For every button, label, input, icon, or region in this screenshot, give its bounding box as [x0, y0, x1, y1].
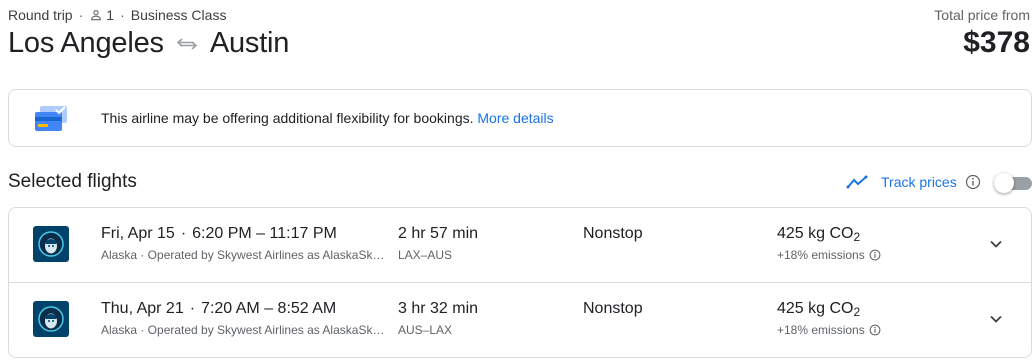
flight-row[interactable]: Thu, Apr 21 · 7:20 AM – 8:52 AM Alaska · O…	[9, 283, 1031, 357]
co2-value: 425 kg CO	[777, 300, 854, 317]
emissions-text: +18% emissions	[777, 323, 865, 337]
flight-time-range: 7:20 AM – 8:52 AM	[201, 300, 337, 317]
flight-duration: 2 hr 57 min	[398, 225, 479, 242]
info-icon[interactable]	[965, 174, 981, 190]
selected-flights-heading: Selected flights	[8, 171, 137, 192]
chevron-down-icon[interactable]	[986, 234, 1006, 254]
ticket-check-icon	[34, 105, 70, 133]
trip-type[interactable]: Round trip	[8, 7, 73, 23]
passenger-count: 1	[106, 7, 115, 23]
track-prices-label[interactable]: Track prices	[881, 174, 957, 190]
origin-city: Los Angeles	[8, 27, 164, 59]
separator-dot: ·	[189, 300, 196, 317]
separator-dot: ·	[180, 225, 187, 242]
separator-dot: ·	[120, 7, 125, 23]
co2-subscript: 2	[853, 305, 861, 319]
emissions-text: +18% emissions	[777, 248, 865, 262]
trip-meta: Round trip · 1 · Business Class	[8, 7, 226, 23]
chevron-down-icon[interactable]	[986, 309, 1006, 329]
route-title: Los Angeles Austin	[8, 27, 289, 60]
alaska-airlines-logo	[33, 301, 69, 337]
separator-dot: ·	[78, 7, 84, 23]
banner-text: This airline may be offering additional …	[101, 110, 554, 126]
flight-row[interactable]: Fri, Apr 15 · 6:20 PM – 11:17 PM Alaska · …	[9, 208, 1031, 283]
alaska-airlines-logo	[33, 226, 69, 262]
price-label: Total price from	[934, 7, 1030, 23]
track-prices-control[interactable]: Track prices	[846, 174, 981, 190]
flight-duration: 3 hr 32 min	[398, 300, 479, 317]
more-details-link[interactable]: More details	[477, 110, 553, 126]
flight-date: Thu, Apr 21	[101, 300, 184, 317]
co2-amount: 425 kg CO2	[777, 300, 860, 319]
emissions-info: +18% emissions	[777, 323, 881, 337]
cabin-class[interactable]: Business Class	[131, 7, 227, 23]
flight-time-range: 6:20 PM – 11:17 PM	[192, 225, 337, 242]
trend-line-icon	[846, 175, 868, 189]
toggle-knob	[994, 173, 1014, 193]
info-icon[interactable]	[869, 324, 881, 336]
flight-stops: Nonstop	[583, 300, 643, 317]
emissions-info: +18% emissions	[777, 248, 881, 262]
info-icon[interactable]	[869, 249, 881, 261]
flight-airports: AUS–LAX	[398, 323, 453, 337]
flight-airports: LAX–AUS	[398, 248, 453, 262]
swap-arrows-icon	[176, 36, 198, 52]
flight-times: Thu, Apr 21 · 7:20 AM – 8:52 AM	[101, 300, 336, 318]
carrier-info: Alaska · Operated by Skywest Airlines as…	[101, 248, 389, 262]
co2-amount: 425 kg CO2	[777, 225, 860, 244]
flight-date: Fri, Apr 15	[101, 225, 175, 242]
flexibility-banner: This airline may be offering additional …	[8, 89, 1032, 147]
person-icon	[91, 10, 102, 21]
flight-times: Fri, Apr 15 · 6:20 PM – 11:17 PM	[101, 225, 337, 243]
passenger-selector[interactable]: 1	[89, 7, 114, 23]
banner-message: This airline may be offering additional …	[101, 110, 474, 126]
selected-flights-list: Fri, Apr 15 · 6:20 PM – 11:17 PM Alaska · …	[8, 207, 1032, 358]
total-price: $378	[963, 26, 1030, 59]
co2-value: 425 kg CO	[777, 225, 854, 242]
carrier-info: Alaska · Operated by Skywest Airlines as…	[101, 323, 389, 337]
track-prices-toggle[interactable]	[994, 172, 1032, 194]
co2-subscript: 2	[853, 230, 861, 244]
destination-city: Austin	[209, 27, 290, 59]
flight-stops: Nonstop	[583, 225, 643, 242]
